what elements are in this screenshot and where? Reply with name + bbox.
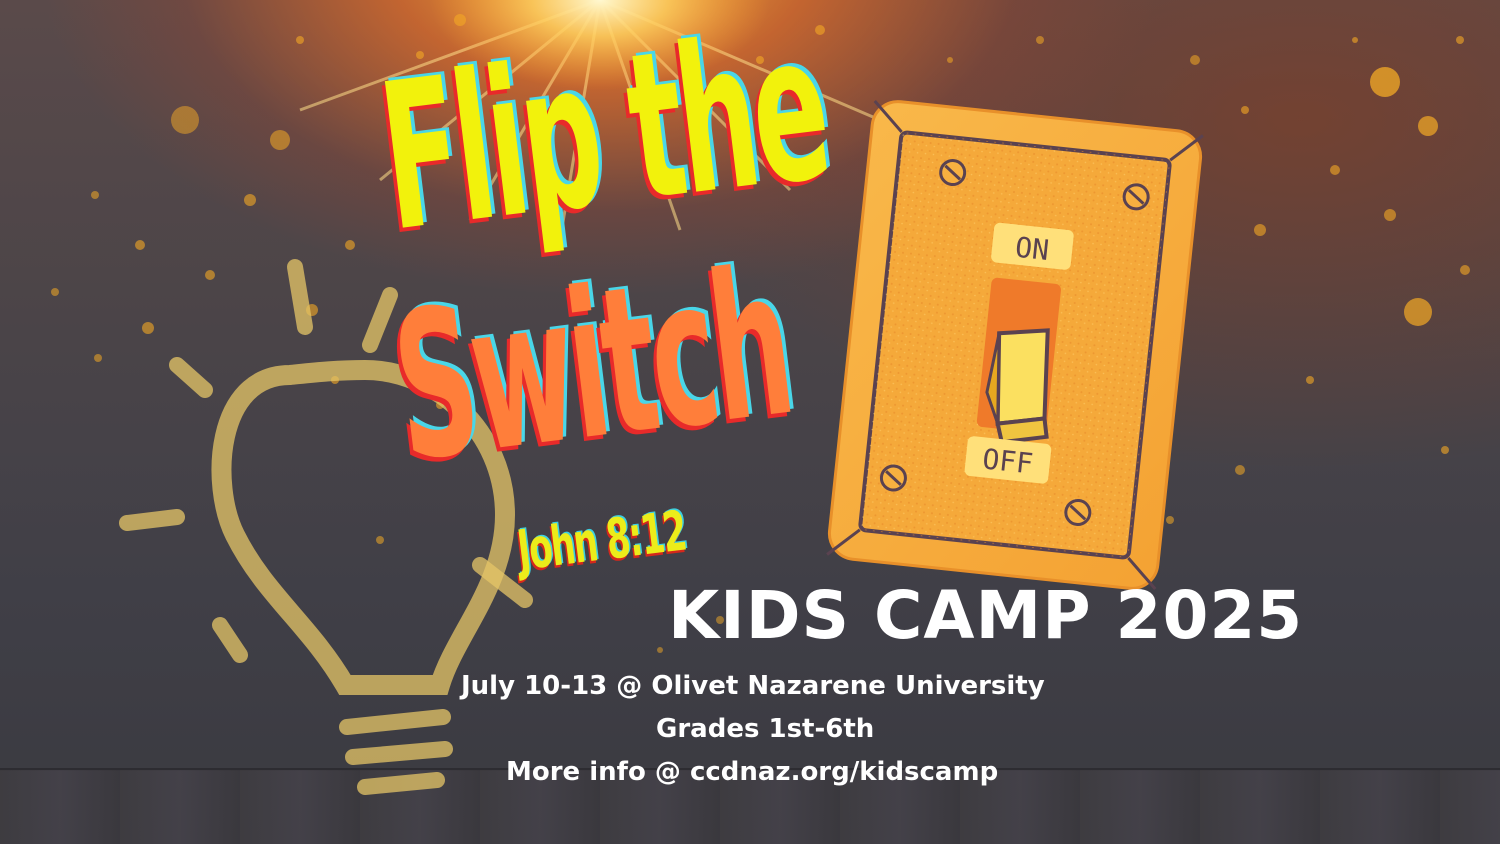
camp-title: KIDS CAMP 2025 (668, 577, 1304, 654)
title-line-2: Switch (383, 226, 801, 508)
grades-text: Grades 1st-6th (656, 714, 875, 744)
poster-canvas: Flip the Switch John 8:12 ON OFF KIDS CA… (0, 0, 1500, 844)
switch-on-label: ON (1014, 231, 1051, 267)
title-line-1: Flip the (370, 0, 838, 278)
event-dates-location: July 10-13 @ Olivet Nazarene University (461, 671, 1045, 701)
switch-off-label: OFF (981, 442, 1035, 480)
light-switch-icon: ON OFF (826, 100, 1204, 590)
more-info-text: More info @ ccdnaz.org/kidscamp (506, 757, 999, 787)
